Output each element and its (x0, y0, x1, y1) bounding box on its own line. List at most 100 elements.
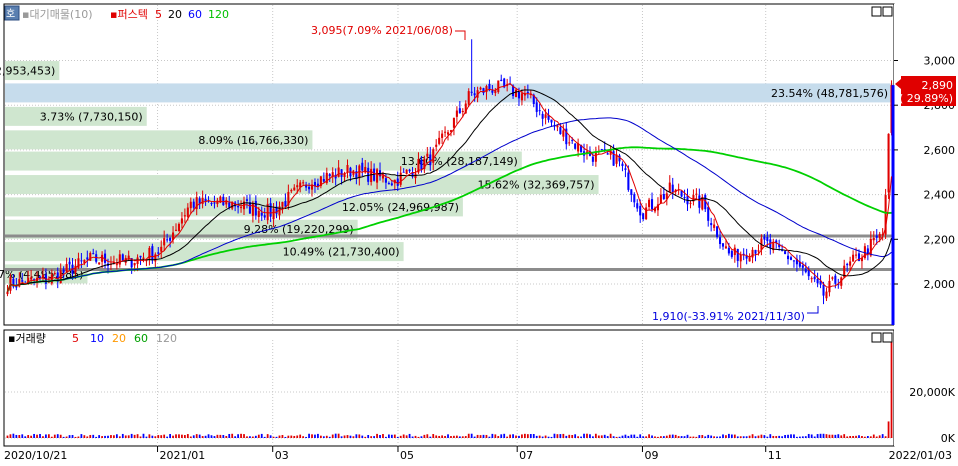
volume-bar (21, 434, 24, 438)
volume-bar (796, 436, 798, 438)
volume-bar (154, 436, 157, 438)
volume-bar (695, 436, 698, 438)
volume-bar (766, 436, 769, 438)
volume-bar (36, 434, 38, 438)
candle-body (340, 169, 343, 177)
volume-bar (479, 435, 482, 438)
volume-bar (293, 435, 296, 438)
candle-body (500, 79, 503, 82)
volume-bar (571, 434, 574, 438)
volume-bar (606, 436, 609, 438)
candle-body (432, 149, 435, 163)
volume-bar (243, 434, 245, 438)
volume-bar (15, 434, 18, 438)
candle-body (671, 184, 674, 193)
candle-body (41, 275, 44, 278)
volume-bar (763, 435, 766, 438)
candle-body (121, 254, 124, 261)
volume-bar (328, 436, 331, 438)
volume-legend-ma20: 20 (112, 332, 126, 345)
candle-body (384, 178, 387, 183)
candle-body (804, 269, 807, 273)
volume-bar (787, 434, 789, 438)
volume-bar (686, 434, 689, 438)
volume-bar (59, 434, 62, 438)
volume-bar (798, 436, 801, 438)
volume-bar (680, 436, 683, 438)
candle-body (328, 174, 331, 177)
volume-bar (840, 435, 843, 438)
volume-bar (612, 436, 615, 438)
candle-body (210, 203, 213, 205)
candle-body (627, 172, 630, 190)
candle-body (497, 80, 500, 93)
volume-bar (80, 434, 83, 438)
volume-bar (290, 435, 293, 438)
candle-body (186, 207, 189, 217)
candle-body (559, 127, 562, 134)
volume-bar (624, 434, 627, 438)
volume-bar (12, 433, 15, 438)
volume-bar (532, 434, 535, 438)
volume-bar (139, 436, 142, 438)
candle-body (574, 143, 577, 149)
candle-body (65, 263, 68, 272)
legend-ma120: 120 (208, 8, 229, 21)
volume-bar (438, 435, 441, 438)
volume-bar (846, 436, 849, 438)
volume-bar (754, 436, 757, 438)
volume-bar (615, 436, 618, 438)
volume-bar (781, 436, 784, 438)
volume-legend-ma10: 10 (90, 332, 104, 345)
volume-bar (864, 436, 866, 438)
candle-body (568, 142, 571, 144)
y-tick-label: 2,000 (924, 278, 956, 291)
volume-maximize-button[interactable] (882, 332, 893, 343)
volume-bar (121, 433, 124, 438)
candle-body (296, 185, 299, 188)
candle-body (849, 261, 852, 266)
volume-bar (62, 436, 65, 438)
candle-body (668, 182, 671, 193)
candle-body (514, 89, 518, 98)
candle-body (719, 237, 722, 245)
volume-bar (207, 434, 210, 438)
supply-zone-label: 23.54% (48,781,576) (771, 87, 888, 100)
volume-bar (426, 434, 429, 438)
price-minimize-button[interactable] (871, 6, 882, 17)
volume-minimize-button[interactable] (871, 332, 882, 343)
candle-body (458, 108, 461, 114)
volume-bar (816, 434, 819, 438)
volume-bar (648, 434, 650, 438)
volume-bar (435, 435, 438, 438)
volume-bar (110, 435, 112, 438)
volume-bar (228, 433, 231, 438)
legend-ma5: 5 (155, 8, 162, 21)
candle-body (284, 201, 287, 207)
volume-bar (151, 435, 154, 438)
volume-bar (461, 436, 464, 438)
candle-body (727, 247, 730, 254)
volume-bar (526, 434, 529, 438)
volume-bar (849, 435, 852, 438)
candle-body (157, 252, 160, 254)
candle-body (151, 246, 154, 261)
volume-bar (379, 435, 381, 438)
volume-bar (529, 434, 532, 438)
candle-body (405, 169, 408, 175)
high-annotation-text: 3,095(7.09% 2021/06/08) (311, 24, 453, 37)
supply-zone-label: 12.05% (24,969,987) (342, 201, 459, 214)
volume-bar (127, 435, 130, 438)
price-maximize-button[interactable] (882, 6, 893, 17)
volume-bar (411, 436, 414, 438)
volume-bar (163, 434, 166, 438)
candle-body (245, 199, 249, 201)
candle-body (831, 277, 834, 279)
y-tick-label: 2,400 (924, 189, 956, 202)
candle-body (541, 113, 544, 119)
candle-body (801, 265, 804, 268)
volume-bar (45, 434, 47, 438)
candle-body (145, 260, 148, 262)
volume-bar (594, 433, 597, 438)
candle-body (139, 255, 142, 258)
